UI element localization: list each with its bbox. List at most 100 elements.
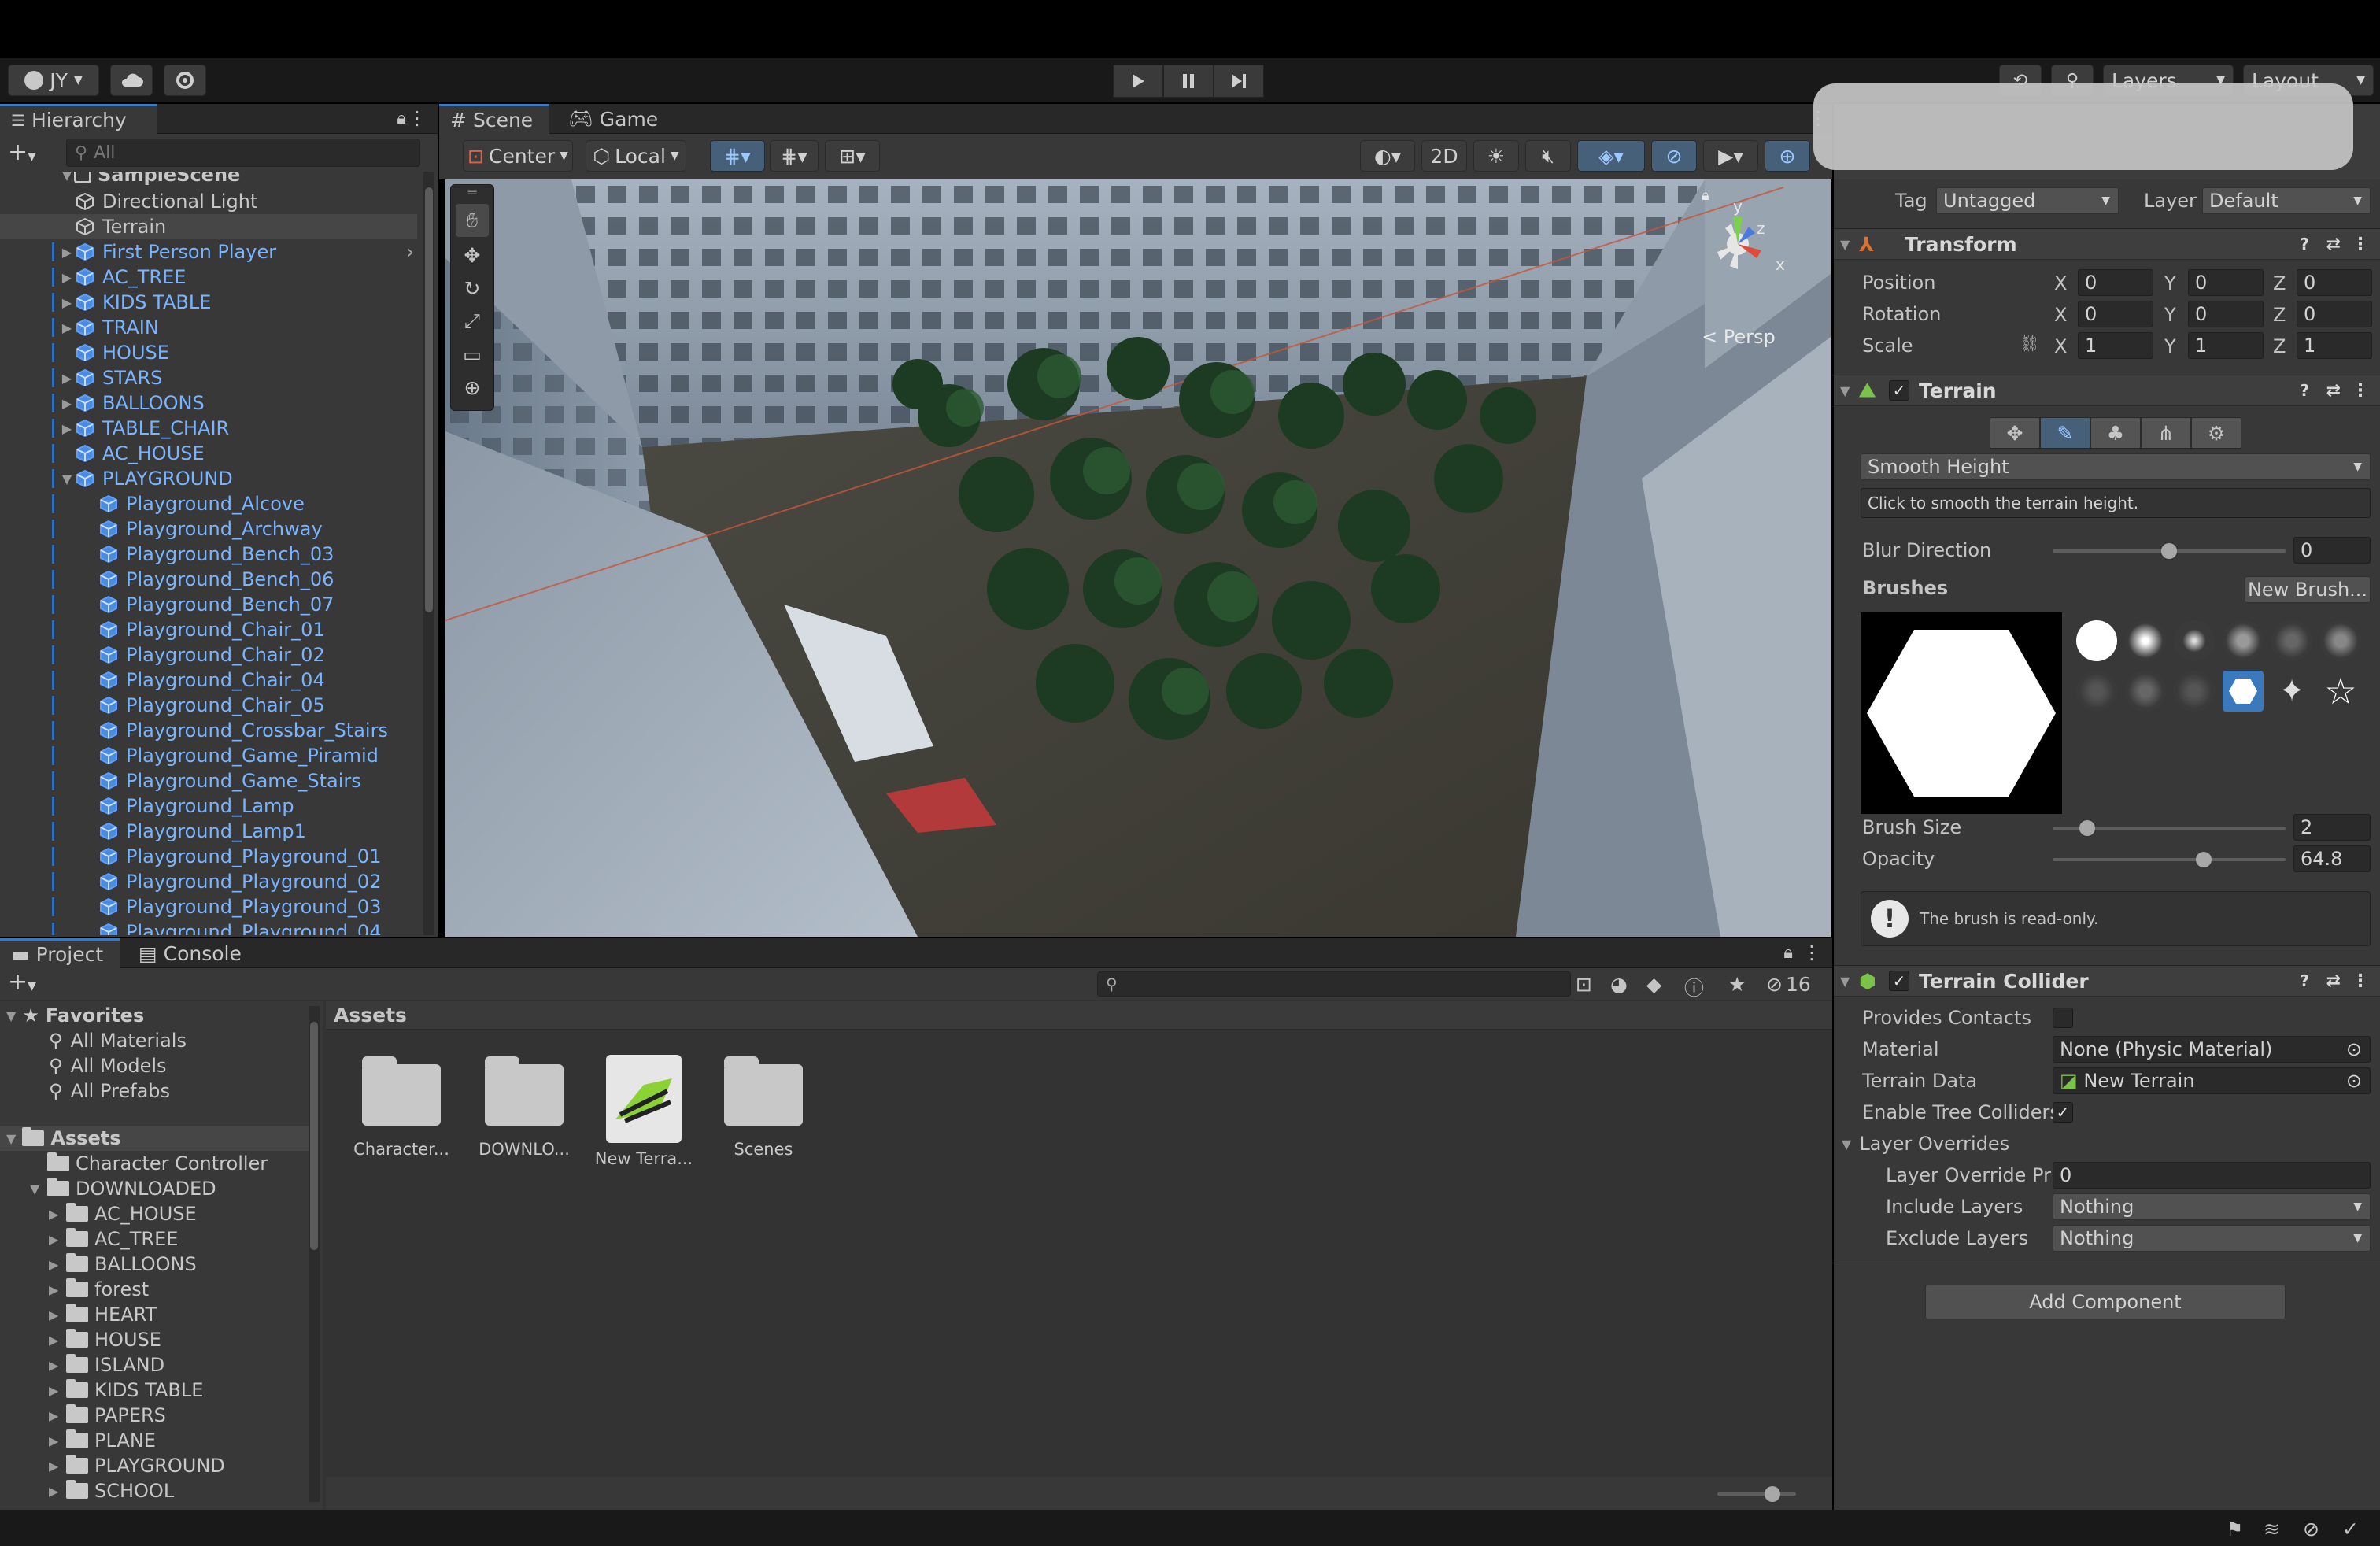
hierarchy-item[interactable]: Playground_Chair_01 — [0, 617, 417, 642]
brush-hexagon-selected[interactable] — [2223, 671, 2264, 712]
asset-item[interactable]: Character... — [346, 1055, 456, 1159]
folder-tree-item[interactable]: ▶ HOUSE — [49, 1327, 161, 1352]
brush-noise-3[interactable] — [2320, 620, 2361, 661]
brush-size-field[interactable]: 2 — [2293, 814, 2371, 841]
foldout-arrow-icon[interactable]: ▼ — [30, 1182, 47, 1196]
favorite-item[interactable]: ⚲ All Models — [49, 1053, 167, 1078]
folder-tree-item[interactable]: ▶ PLAYGROUND — [49, 1453, 225, 1478]
assets-root[interactable]: ▼ Assets — [0, 1126, 315, 1151]
space-local-dropdown[interactable]: ⬡ Local ▼ — [586, 140, 686, 172]
project-search-input[interactable]: ⚲ — [1097, 971, 1571, 997]
foldout-arrow-icon[interactable]: ▶ — [49, 1207, 66, 1222]
hidden-packages-toggle[interactable]: ⊘ 16 — [1766, 973, 1811, 996]
hierarchy-item[interactable]: Playground_Bench_07 — [0, 592, 417, 617]
rotate-tool[interactable]: ↻ — [451, 272, 493, 305]
axis-x-label[interactable]: X — [2054, 335, 2067, 357]
grid-snap-button[interactable]: ⋕▾ — [710, 140, 765, 172]
collider-enabled-checkbox[interactable]: ✓ — [1889, 971, 1909, 991]
foldout-arrow-icon[interactable]: ▶ — [49, 1282, 66, 1297]
snap-increment-button[interactable]: ⋕▾ — [770, 140, 819, 172]
layer-override-priority-field[interactable]: 0 — [2053, 1162, 2371, 1189]
opacity-field[interactable]: 64.8 — [2293, 845, 2371, 872]
more-menu-icon[interactable]: ⋮ — [1802, 941, 1821, 963]
folder-tree-item[interactable]: ▶ KIDS TABLE — [49, 1378, 203, 1403]
tab-game[interactable]: 🎮︎ Game — [557, 104, 669, 134]
asset-item[interactable]: New Terra... — [589, 1055, 699, 1168]
hierarchy-item[interactable]: ▶ TRAIN — [0, 315, 417, 340]
pivot-center-dropdown[interactable]: ⊡ Center ▼ — [463, 140, 573, 172]
exclude-layers-dropdown[interactable]: Nothing ▼ — [2053, 1225, 2371, 1252]
folder-tree-item[interactable]: ▶ BALLOONS — [49, 1252, 197, 1277]
camera-dropdown[interactable]: ▶▾ — [1703, 140, 1758, 172]
more-menu-icon[interactable]: ⋮ — [408, 107, 427, 129]
brush-soft-round[interactable] — [2125, 620, 2166, 661]
help-icon[interactable]: ? — [2300, 971, 2309, 990]
create-asset-button[interactable]: +▼ — [8, 968, 36, 996]
hierarchy-item[interactable]: Playground_Bench_03 — [0, 542, 417, 567]
foldout-arrow-icon[interactable]: ▶ — [49, 1383, 66, 1398]
favorites-foldout[interactable]: ▼ ★ Favorites — [6, 1003, 144, 1028]
orientation-gizmo[interactable]: y z x — [1694, 197, 1788, 283]
axis-z-label[interactable]: Z — [2273, 335, 2286, 357]
tab-project[interactable]: ▬ Project — [0, 938, 120, 968]
terrain-settings-tool[interactable]: ⚙ — [2191, 417, 2241, 449]
ruler-button[interactable]: ⊞▾ — [825, 140, 880, 172]
tag-icon[interactable]: ◆ — [1646, 973, 1661, 996]
hierarchy-item[interactable]: Playground_Chair_02 — [0, 642, 417, 668]
hierarchy-item[interactable]: Playground_Playground_01 — [0, 844, 417, 869]
blur-direction-slider[interactable] — [2053, 543, 2286, 559]
hierarchy-item[interactable]: Playground_Playground_03 — [0, 894, 417, 919]
hierarchy-item[interactable]: ▶ TABLE_CHAIR — [0, 416, 417, 441]
brush-small-soft[interactable] — [2174, 620, 2215, 661]
scale-tool[interactable]: ⤢ — [451, 305, 493, 338]
icon-size-slider[interactable] — [1717, 1486, 1796, 1502]
hierarchy-item[interactable]: Playground_Playground_02 — [0, 869, 417, 894]
brush-splatter-2[interactable] — [2125, 671, 2166, 712]
more-menu-icon[interactable]: ⋮ — [2352, 381, 2369, 401]
asset-item[interactable]: Scenes — [708, 1055, 819, 1159]
chevron-right-icon[interactable]: › — [406, 241, 414, 263]
account-dropdown[interactable]: JY ▼ — [8, 65, 99, 96]
brush-hard-round[interactable] — [2076, 620, 2117, 661]
rotation-y-field[interactable]: 0 — [2188, 301, 2264, 327]
hierarchy-item[interactable]: Playground_Bench_06 — [0, 567, 417, 592]
progress-check-icon[interactable]: ✓ — [2342, 1518, 2359, 1540]
foldout-arrow-icon[interactable]: ▶ — [49, 1257, 66, 1272]
preset-sliders-icon[interactable]: ⇄ — [2326, 971, 2341, 991]
folder-tree-item[interactable]: ▶ forest — [49, 1277, 149, 1302]
rotation-z-field[interactable]: 0 — [2297, 301, 2372, 327]
brush-star-soft[interactable]: ✦ — [2271, 671, 2312, 712]
foldout-arrow-icon[interactable]: ▶ — [49, 1232, 66, 1247]
hierarchy-item[interactable]: AC_HOUSE — [0, 441, 417, 466]
transform-header[interactable]: ▼ ⅄ Transform ? ⇄ ⋮ — [1834, 228, 2380, 260]
hierarchy-item[interactable]: ▶ AC_TREE — [0, 264, 417, 290]
search-by-type-icon[interactable]: ⊡ — [1576, 973, 1592, 996]
axis-x-label[interactable]: X — [2054, 272, 2067, 294]
perspective-label[interactable]: < Persp — [1702, 326, 1776, 348]
gizmos-dropdown[interactable]: ⊕ — [1765, 140, 1810, 172]
audio-toggle[interactable]: 🔇︎ — [1525, 140, 1571, 172]
enable-tree-colliders-checkbox[interactable]: ✓ — [2053, 1102, 2073, 1123]
foldout-arrow-icon[interactable]: ▶ — [49, 1433, 66, 1448]
2d-toggle[interactable]: 2D — [1421, 140, 1467, 172]
terrain-data-object-field[interactable]: ◪ New Terrain ⊙ — [2053, 1067, 2371, 1094]
paint-trees-tool[interactable]: ♣ — [2090, 417, 2141, 449]
gizmo-lock-icon[interactable]: 🔒︎ — [1702, 187, 1709, 204]
foldout-arrow-icon[interactable]: ▶ — [49, 1333, 66, 1348]
layer-dropdown[interactable]: Default ▼ — [2202, 187, 2371, 214]
hierarchy-item[interactable]: HOUSE — [0, 340, 417, 365]
object-picker-icon[interactable]: ⊙ — [2346, 1038, 2362, 1060]
help-icon[interactable]: ? — [2300, 381, 2309, 400]
help-icon[interactable]: ? — [2300, 235, 2309, 253]
favorite-star-icon[interactable]: ★ — [1728, 973, 1746, 996]
hierarchy-item[interactable]: ▶ STARS — [0, 365, 417, 390]
position-x-field[interactable]: 0 — [2078, 269, 2153, 296]
debug-icon[interactable]: ⚑ — [2226, 1518, 2243, 1540]
include-layers-dropdown[interactable]: Nothing ▼ — [2053, 1193, 2371, 1220]
hierarchy-item[interactable]: Playground_Game_Stairs — [0, 768, 417, 793]
terrain-tool-dropdown[interactable]: Smooth Height ▼ — [1861, 453, 2371, 480]
auto-generate-lighting-icon[interactable]: ⊘ — [2303, 1518, 2319, 1540]
cache-icon[interactable]: ≋ — [2264, 1518, 2280, 1540]
cloud-button[interactable] — [110, 65, 153, 96]
play-button[interactable] — [1113, 65, 1163, 98]
